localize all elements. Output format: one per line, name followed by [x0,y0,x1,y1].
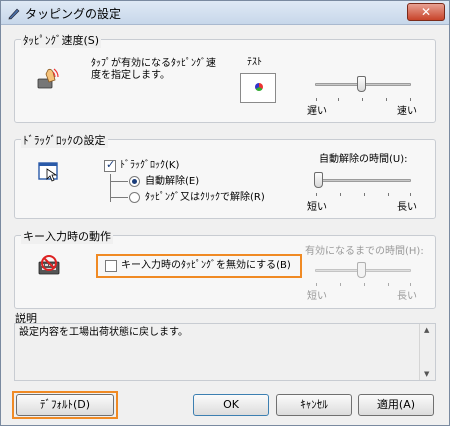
slider-tick [410,193,411,196]
slow-label: 遅い [307,106,327,117]
slider-tick [388,193,389,196]
description-box: 設定内容を工場出荷状態に戻します。 ▲ ▼ [14,323,436,381]
enable-time-slider-thumb[interactable] [357,262,366,278]
keyboard-disabled-icon [38,255,60,275]
apply-button[interactable]: 適用(A) [358,394,434,416]
drag-window-icon [38,162,58,182]
scroll-down-icon[interactable]: ▼ [424,370,429,378]
short-label: 短い [307,202,327,213]
pen-icon [8,8,20,20]
auto-release-radio[interactable] [129,176,140,187]
key-input-group: キー入力時の動作 キー入力時のﾀｯﾋﾟﾝｸﾞを無効にする(B) 有効になるまでの… [14,228,436,309]
slider-tick [388,283,389,286]
description-scrollbar[interactable]: ▲ ▼ [419,324,435,380]
test-label: ﾃｽﾄ [247,57,262,68]
default-button[interactable]: ﾃﾞﾌｫﾙﾄ(D) [16,394,114,416]
auto-release-label[interactable]: 自動解除(E) [145,176,199,188]
tap-speed-slider-thumb[interactable] [357,76,366,92]
tree-line-horizontal [110,197,128,198]
long-label: 長い [397,291,417,302]
key-input-group-title: キー入力時の動作 [21,228,113,244]
drag-lock-label[interactable]: ﾄﾞﾗｯｸﾞﾛｯｸ(K) [120,160,179,172]
short-label: 短い [307,291,327,302]
title-bar[interactable]: タッピングの設定 ✕ [1,1,449,25]
disable-tap-checkbox[interactable] [105,260,117,272]
tap-release-radio[interactable] [129,192,140,203]
drag-lock-group: ﾄﾞﾗｯｸﾞﾛｯｸの設定 ﾄﾞﾗｯｸﾞﾛｯｸ(K) 自動解除(E) ﾀｯﾋﾟﾝｸ… [14,132,436,219]
fast-label: 速い [397,106,417,117]
slider-tick [338,98,339,101]
slider-tick [316,98,317,101]
slider-tick [364,283,365,286]
tap-speed-group-title: ﾀｯﾋﾟﾝｸﾞ速度(S) [21,32,102,48]
tap-release-label[interactable]: ﾀｯﾋﾟﾝｸﾞ又はｸﾘｯｸで解除(R) [145,192,265,204]
cancel-button[interactable]: ｷｬﾝｾﾙ [276,394,352,416]
tree-line-horizontal [110,181,128,182]
slider-tick [362,98,363,101]
test-target-icon [255,83,263,91]
release-time-slider-thumb[interactable] [314,172,323,188]
ok-button[interactable]: OK [193,394,269,416]
release-time-label: 自動解除の時間(U): [319,154,408,165]
scroll-up-icon[interactable]: ▲ [424,326,429,334]
touchpad-tap-icon [37,68,59,89]
drag-lock-checkbox[interactable] [104,158,116,172]
slider-tick [340,283,341,286]
tap-speed-description: ﾀｯﾌﾟが有効になるﾀｯﾋﾟﾝｸﾞ速度を指定します。 [91,58,216,81]
window-title: タッピングの設定 [25,7,122,21]
description-text: 設定内容を工場出荷状態に戻します。 [19,327,188,338]
slider-tick [364,193,365,196]
long-label: 長い [397,202,417,213]
slider-tick [340,193,341,196]
drag-lock-group-title: ﾄﾞﾗｯｸﾞﾛｯｸの設定 [21,132,108,148]
slider-tick [386,98,387,101]
tap-speed-group: ﾀｯﾋﾟﾝｸﾞ速度(S) ﾀｯﾌﾟが有効になるﾀｯﾋﾟﾝｸﾞ速度を指定します。 … [14,32,436,123]
close-button[interactable]: ✕ [407,3,445,21]
disable-tap-label[interactable]: キー入力時のﾀｯﾋﾟﾝｸﾞを無効にする(B) [121,260,291,272]
tapping-settings-dialog: タッピングの設定 ✕ ﾀｯﾋﾟﾝｸﾞ速度(S) ﾀｯﾌﾟが有効になるﾀｯﾋﾟﾝｸ… [0,0,450,426]
slider-tick [316,193,317,196]
slider-tick [410,283,411,286]
release-time-slider-track[interactable] [315,179,411,182]
enable-time-label: 有効になるまでの時間(H): [305,246,424,257]
tap-test-area[interactable] [240,73,276,103]
slider-tick [410,98,411,101]
slider-tick [316,283,317,286]
